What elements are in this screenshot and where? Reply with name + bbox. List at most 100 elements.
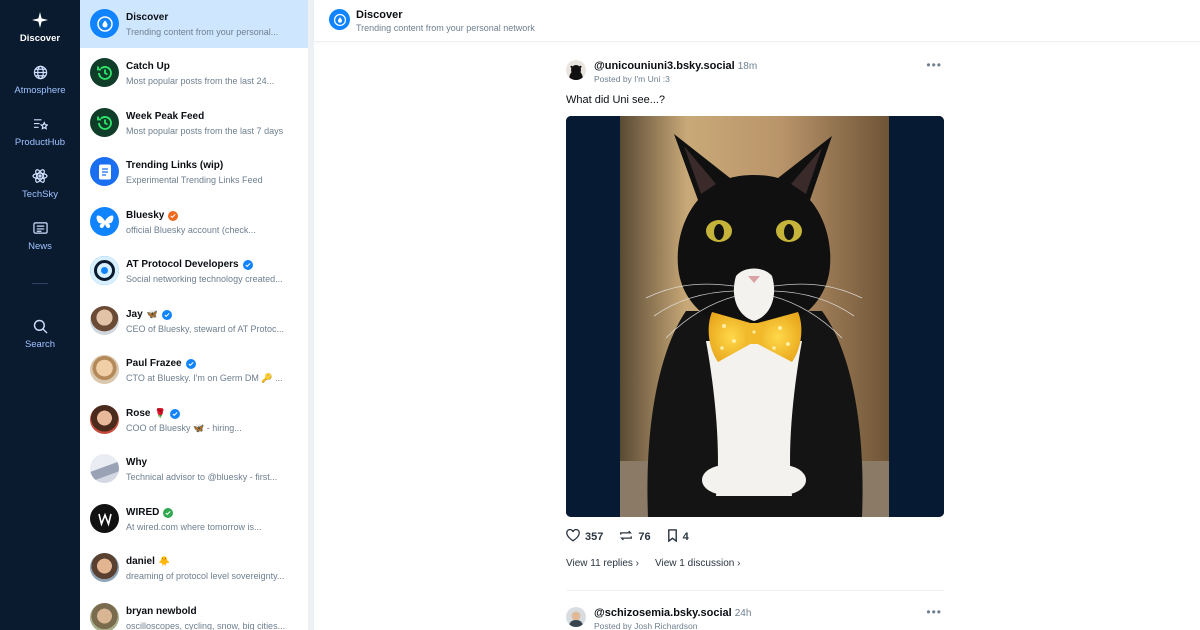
feed-item-rose[interactable]: Rose 🌹 COO of Bluesky 🦋 - hiring... [80,396,308,444]
verified-badge-icon [163,507,174,518]
feed-item-week-peak[interactable]: Week Peak Feed Most popular posts from t… [80,99,308,147]
feed-title: bryan newbold [126,606,197,617]
post-handle[interactable]: @schizosemia.bsky.social [594,607,732,619]
avatar [90,355,119,384]
rail-label: Search [24,339,56,350]
feed-title: Why [126,457,148,468]
feed-title-row: Jay 🦋 [126,309,302,320]
bookmark-icon [667,529,678,545]
feed-title: daniel [126,556,155,567]
like-button[interactable]: 357 [566,528,604,545]
feed-subtitle: Most popular posts from the last 24... [126,76,275,86]
feed-subtitle: Trending content from your personal... [126,27,279,37]
atom-icon [31,167,49,185]
feed-item-jay[interactable]: Jay 🦋 CEO of Bluesky, steward of AT Prot… [80,297,308,345]
feed-emoji: 🌹 [154,408,166,418]
clock-arrow-icon [90,108,119,137]
feed-item-atproto-devs[interactable]: AT Protocol Developers Social networking… [80,247,308,295]
sparkle-icon [31,11,49,29]
rail-label: ProductHub [14,137,66,148]
feed-title: Catch Up [126,61,170,72]
post-handle[interactable]: @unicouniuni3.bsky.social [594,60,735,72]
avatar[interactable] [566,60,586,80]
chevron-right-icon: › [635,558,640,569]
rail-item-techsky[interactable]: TechSky [0,167,80,200]
view-discussion-link[interactable]: View 1 discussion › [655,558,740,569]
rail-label: TechSky [22,189,58,200]
verified-badge-icon [169,408,180,419]
feed-subtitle: CTO at Bluesky. I'm on Germ DM 🔑 ... [126,373,283,383]
feed-title-row: Bluesky [126,210,302,221]
post-actions: 357 76 4 [566,528,705,545]
feed-subtitle: Experimental Trending Links Feed [126,175,263,185]
feed-title-row: WIRED [126,507,302,518]
rail-label: Atmosphere [14,85,66,96]
post-reposted-by[interactable]: Posted by Josh Richardson [594,621,697,630]
main-content: Discover Trending content from your pers… [314,0,1200,630]
chevron-right-icon: › [737,558,741,569]
like-count: 357 [585,531,604,543]
feed-title-row: AT Protocol Developers [126,259,302,270]
verified-badge-icon [242,259,253,270]
feed-title: AT Protocol Developers [126,259,239,270]
discover-feed-icon [329,9,350,30]
avatar[interactable] [566,607,586,627]
page-title: Discover [356,9,403,21]
feed-item-bryan-newbold[interactable]: bryan newbold oscilloscopes, cycling, sn… [80,594,308,630]
feed-subtitle: Most popular posts from the last 7 days [126,126,284,136]
more-options-icon[interactable]: ••• [926,58,942,72]
post-image[interactable] [566,116,944,517]
feed-subtitle: oscilloscopes, cycling, snow, big cities… [126,621,286,630]
rail-item-discover[interactable]: Discover [0,11,80,44]
feed-subtitle: CEO of Bluesky, steward of AT Protoc... [126,324,285,334]
verified-badge-icon [168,210,179,221]
feed-item-why[interactable]: Why Technical advisor to @bluesky - firs… [80,445,308,493]
rail-divider [32,283,48,284]
app: Discover Atmosphere ProductHub TechSky N… [0,0,1200,630]
feed-title: Paul Frazee [126,358,182,369]
rail-item-search[interactable]: Search [0,317,80,350]
rail-label: News [28,241,52,252]
clock-arrow-icon [90,58,119,87]
document-icon [90,157,119,186]
view-replies-link[interactable]: View 11 replies › [566,558,639,569]
wired-logo-icon [90,504,119,533]
post-timestamp[interactable]: 18m [738,61,757,72]
repost-count: 76 [638,531,651,543]
verified-badge-icon [185,358,196,369]
feed-title: Bluesky [126,210,165,221]
feed-title: Week Peak Feed [126,111,205,122]
bookmark-button[interactable]: 4 [667,529,689,545]
view-discussion-label: View 1 discussion [655,558,735,569]
feed-subtitle: Technical advisor to @bluesky - first... [126,472,278,482]
more-options-icon[interactable]: ••• [926,605,942,619]
at-symbol-icon [90,256,119,285]
globe-icon [31,63,49,81]
repost-icon [619,529,633,545]
feed-emoji: 🦋 [146,309,158,319]
rail-item-producthub[interactable]: ProductHub [0,115,80,148]
heart-icon [566,528,580,545]
feed-item-catch-up[interactable]: Catch Up Most popular posts from the las… [80,49,308,97]
feed-item-discover[interactable]: Discover Trending content from your pers… [80,0,308,48]
feed-item-paul-frazee[interactable]: Paul Frazee CTO at Bluesky. I'm on Germ … [80,346,308,394]
rail-item-news[interactable]: News [0,219,80,252]
butterfly-icon [90,207,119,236]
newspaper-icon [31,219,49,237]
post-author-row: @schizosemia.bsky.social 24h [594,607,751,619]
view-replies-label: View 11 replies [566,558,633,569]
post-thread-links: View 11 replies › View 1 discussion › [566,558,740,569]
feed-item-trending-links[interactable]: Trending Links (wip) Experimental Trendi… [80,148,308,196]
feed-item-bluesky[interactable]: Bluesky official Bluesky account (check.… [80,198,308,246]
post-timestamp[interactable]: 24h [735,608,752,619]
feed-item-daniel[interactable]: daniel 🐥 dreaming of protocol level sove… [80,544,308,592]
repost-button[interactable]: 76 [619,529,651,545]
verified-badge-icon [161,309,172,320]
feed-title: Rose [126,408,151,419]
post-reposted-by[interactable]: Posted by I'm Uni :3 [594,74,670,84]
feed-title: WIRED [126,507,160,518]
feed-item-wired[interactable]: WIRED At wired.com where tomorrow is... [80,495,308,543]
feed-title-row: Paul Frazee [126,358,302,369]
feed-title: Jay [126,309,143,320]
rail-item-atmosphere[interactable]: Atmosphere [0,63,80,96]
